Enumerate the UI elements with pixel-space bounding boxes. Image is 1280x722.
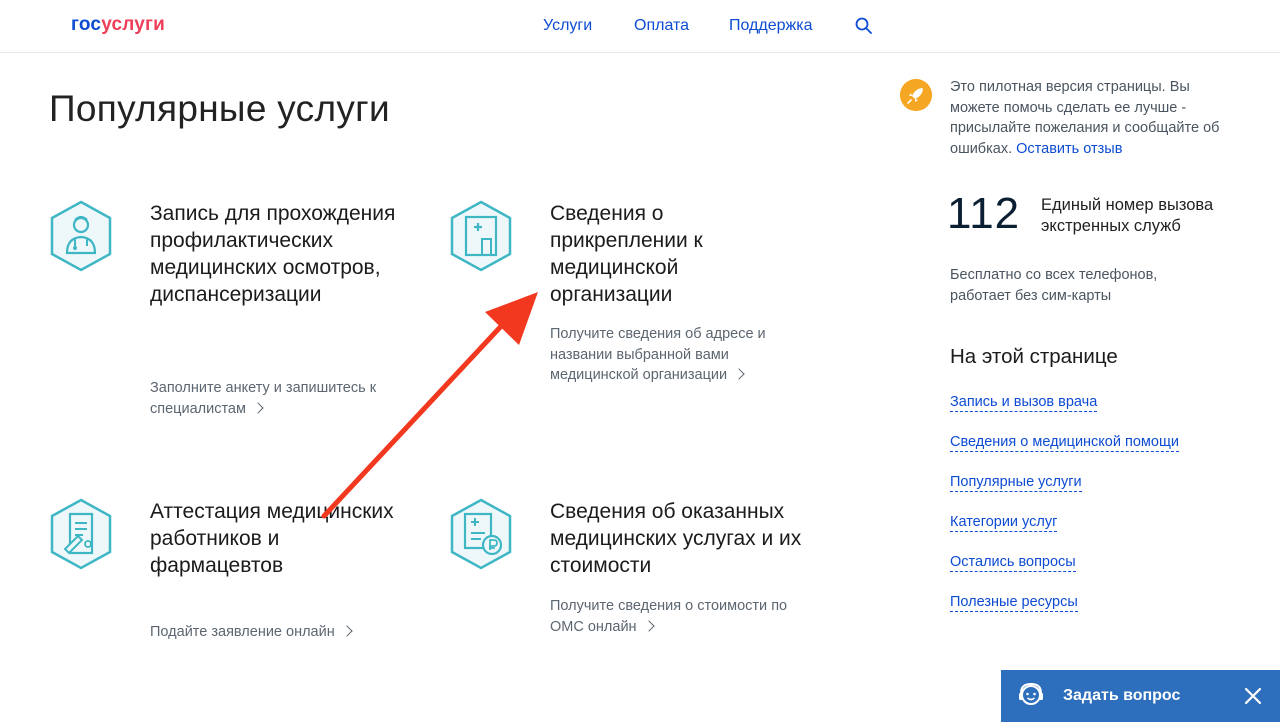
certificate-icon: [50, 498, 112, 570]
service-card-title[interactable]: Сведения об оказанных медицинских услуга…: [550, 498, 820, 579]
nav-services[interactable]: Услуги: [543, 17, 592, 35]
emergency-number: 112: [947, 189, 1021, 238]
logo-part-uslugi: услуги: [101, 14, 166, 35]
logo-part-gos: гос: [71, 14, 102, 35]
toc-link-medical-care-info[interactable]: Сведения о медицинской помощи: [950, 434, 1179, 452]
toc-link-doctor-appointment[interactable]: Запись и вызов врача: [950, 394, 1098, 412]
hospital-building-icon: [450, 200, 512, 272]
emergency-number-label: Единый номер вызова экстренных служб: [1041, 196, 1214, 235]
emergency-number-note: Бесплатно со всех телефонов, работает бе…: [950, 267, 1158, 304]
ask-question-label[interactable]: Задать вопрос: [1063, 687, 1180, 705]
nav-payment[interactable]: Оплата: [634, 17, 689, 35]
header: госуслуги Услуги Оплата Поддержка: [0, 0, 1280, 53]
page-title: Популярные услуги: [49, 88, 390, 129]
service-card-title[interactable]: Запись для прохождения профилактических …: [150, 200, 400, 308]
rocket-icon: [900, 79, 932, 111]
service-card-description[interactable]: Заполните анкету и запишитесь к специали…: [150, 378, 400, 419]
chevron-right-icon: [642, 619, 655, 632]
close-icon[interactable]: [1241, 684, 1265, 708]
service-card-title[interactable]: Аттестация медицинских работников и фарм…: [150, 498, 400, 579]
ruble-document-icon: [450, 498, 512, 570]
service-card-title[interactable]: Сведения о прикреплении к медицинской ор…: [550, 200, 800, 308]
toc-link-questions[interactable]: Остались вопросы: [950, 554, 1076, 572]
doctor-icon: [50, 200, 112, 272]
chevron-right-icon: [252, 401, 264, 414]
logo[interactable]: госуслуги: [71, 14, 165, 36]
support-agent-icon: [1019, 682, 1043, 705]
service-card-description[interactable]: Подайте заявление онлайн: [150, 622, 400, 643]
toc-link-useful-resources[interactable]: Полезные ресурсы: [950, 594, 1078, 612]
ask-question-widget[interactable]: Задать вопрос: [1001, 670, 1280, 722]
toc-link-popular-services[interactable]: Популярные услуги: [950, 474, 1082, 492]
chevron-right-icon: [341, 625, 353, 637]
nav-support[interactable]: Поддержка: [729, 17, 812, 35]
toc-link-service-categories[interactable]: Категории услуг: [950, 514, 1058, 532]
feedback-link[interactable]: Оставить отзыв: [1016, 141, 1122, 157]
search-icon[interactable]: [854, 16, 874, 36]
service-card-description[interactable]: Получите сведения об адресе и названии в…: [550, 324, 790, 386]
toc-title: На этой странице: [950, 345, 1118, 368]
chevron-right-icon: [733, 368, 745, 380]
pilot-notice-text: Это пилотная версия страницы. Вы можете …: [950, 79, 1220, 157]
service-card-description[interactable]: Получите сведения о стоимости по ОМС онл…: [550, 596, 820, 637]
